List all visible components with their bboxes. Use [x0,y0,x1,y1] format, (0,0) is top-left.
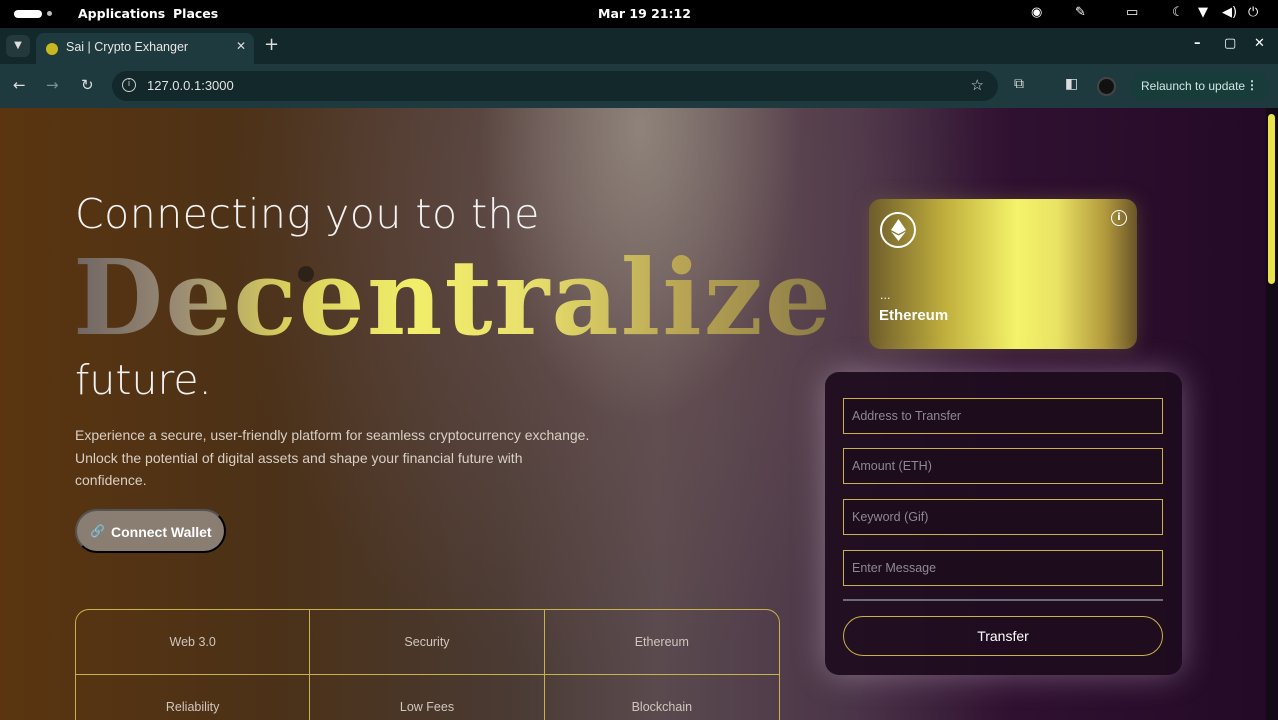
keyword-input[interactable] [843,499,1163,535]
color-picker-icon[interactable]: ✎ [1075,5,1086,20]
relaunch-label: Relaunch to update [1141,79,1246,93]
site-info-icon[interactable]: i [122,78,136,92]
feature-reliability: Reliability [76,675,311,720]
extensions-puzzle-icon[interactable]: ⧉ [1014,76,1024,92]
maximize-icon[interactable]: ▢ [1224,36,1236,51]
volume-icon[interactable]: ◀) [1222,5,1237,20]
clock[interactable]: Mar 19 21:12 [598,6,691,21]
features-grid: Web 3.0 Security Ethereum Reliability Lo… [75,609,780,720]
message-input[interactable] [843,550,1163,586]
profile-avatar[interactable] [1097,77,1116,96]
window-close-icon[interactable]: ✕ [1254,36,1265,51]
applications-menu[interactable]: Applications [78,6,165,21]
feature-blockchain: Blockchain [545,675,779,720]
ethereum-card: i ... Ethereum [869,199,1137,349]
workspace-dot [47,11,52,16]
back-arrow-icon[interactable]: ← [13,76,26,94]
power-icon[interactable]: ⏻ [1248,5,1258,20]
feature-web3: Web 3.0 [76,610,311,675]
form-divider [843,599,1163,601]
hero-heading-big-word: Decentralize [73,236,833,359]
browser-toolbar: ← → ↻ i 127.0.0.1:3000 ☆ ⧉ ◧ Relaunch to… [0,64,1278,108]
new-tab-plus-icon[interactable]: + [264,34,279,55]
favicon-icon [46,43,58,55]
card-address: ... [880,289,891,302]
page-scrollbar[interactable] [1266,108,1278,720]
menu-kebab-icon[interactable]: ⋮ [1246,78,1258,92]
minimize-icon[interactable]: – [1194,36,1201,51]
feature-security: Security [310,610,545,675]
forward-arrow-icon[interactable]: → [46,76,59,94]
side-panel-icon[interactable]: ◧ [1065,76,1078,92]
reload-icon[interactable]: ↻ [81,76,94,94]
night-light-icon[interactable]: ☾ [1172,5,1184,20]
places-menu[interactable]: Places [173,6,218,21]
hero-heading-line3: future. [75,356,212,404]
bookmark-star-icon[interactable]: ☆ [971,76,984,94]
clipboard-icon[interactable]: ▭ [1126,5,1138,20]
screen-record-icon[interactable]: ◉ [1031,5,1042,20]
feature-ethereum: Ethereum [544,610,779,675]
url-text[interactable]: 127.0.0.1:3000 [147,78,234,93]
activities-indicator[interactable] [14,10,42,18]
connect-wallet-label: Connect Wallet [111,524,212,540]
connect-wallet-button[interactable]: 🔗 Connect Wallet [75,509,226,553]
mouse-cursor [298,266,314,282]
amount-input[interactable] [843,448,1163,484]
hero-description: Experience a secure, user-friendly platf… [75,427,590,488]
transfer-button[interactable]: Transfer [843,616,1163,656]
tab-search-chevron-icon[interactable]: ▼ [6,35,30,57]
browser-tab[interactable]: Sai | Crypto Exhanger ✕ [36,33,254,64]
tab-close-icon[interactable]: ✕ [236,39,246,53]
card-network-name: Ethereum [879,307,949,324]
feature-low-fees: Low Fees [310,675,545,720]
wifi-icon[interactable]: ▼ [1198,5,1208,20]
ethereum-logo-icon [880,212,916,248]
card-info-icon[interactable]: i [1111,210,1127,226]
transfer-form: Transfer [825,372,1182,675]
page-viewport: Connecting you to the Decentralize futur… [0,108,1266,720]
address-bar[interactable]: i 127.0.0.1:3000 ☆ [112,71,998,101]
tab-title: Sai | Crypto Exhanger [66,40,189,54]
system-top-bar: Applications Places Mar 19 21:12 ◉ ✎ ▭ ☾… [0,0,1278,28]
address-input[interactable] [843,398,1163,434]
scrollbar-thumb[interactable] [1268,114,1275,284]
hero-heading-line1: Connecting you to the [75,190,540,238]
relaunch-to-update-button[interactable]: Relaunch to update ⋮ [1130,72,1270,100]
link-icon: 🔗 [90,524,105,538]
browser-tab-strip: ▼ Sai | Crypto Exhanger ✕ + – ▢ ✕ [0,28,1278,64]
